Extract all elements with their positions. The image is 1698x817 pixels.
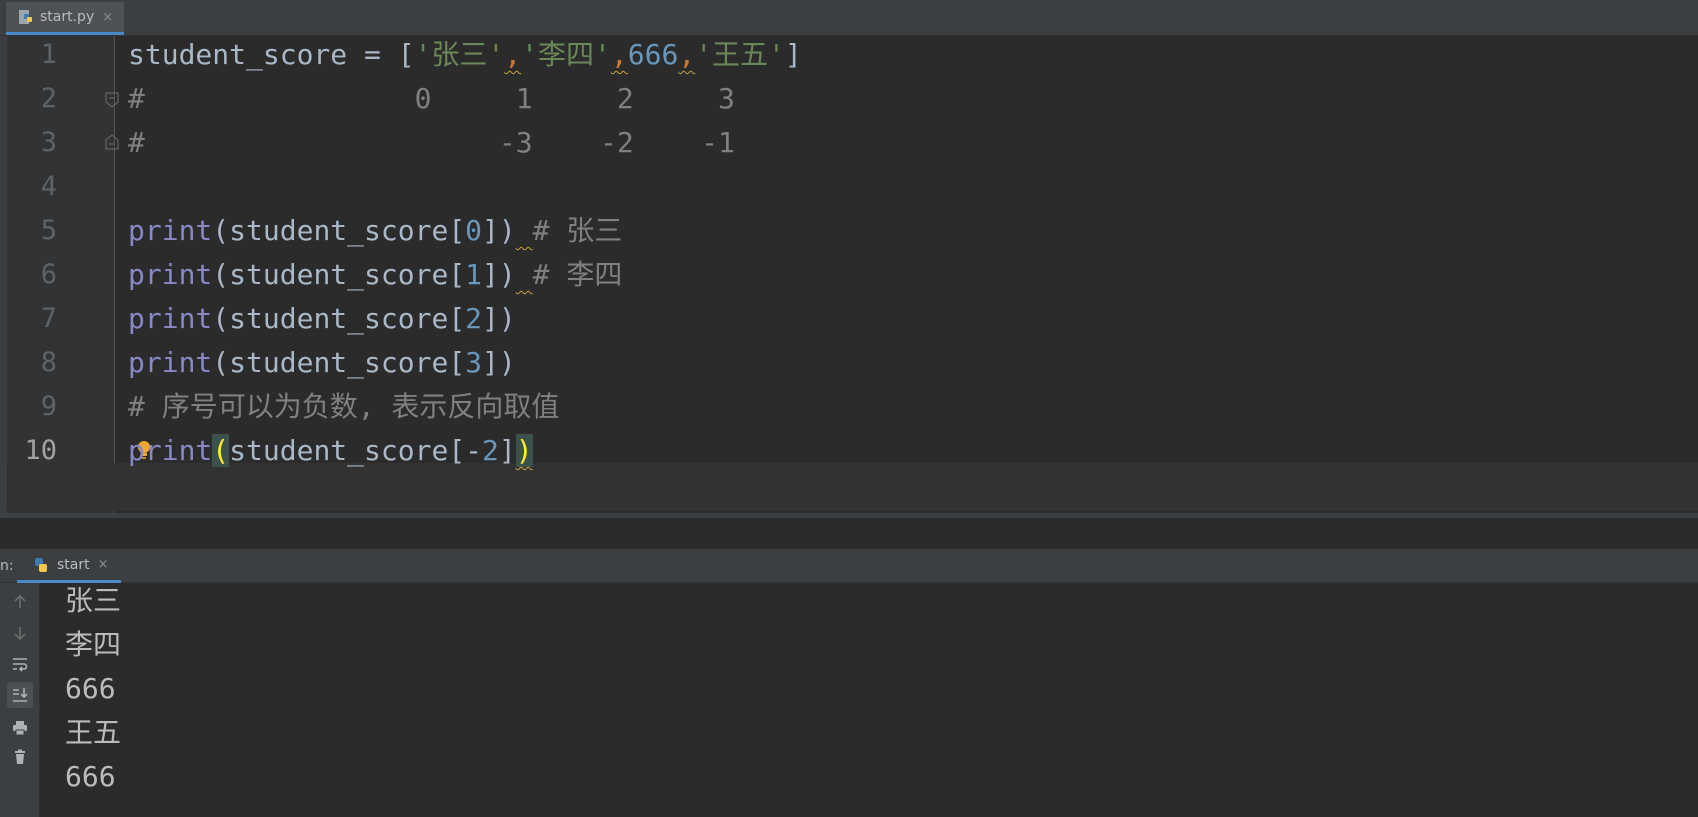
string-literal: '张三'	[414, 38, 505, 71]
close-icon[interactable]: ×	[98, 557, 109, 572]
matched-paren-close: )	[515, 434, 533, 467]
identifier: student_score	[229, 302, 449, 335]
identifier: student_score	[229, 346, 449, 379]
number-literal: 666	[627, 38, 679, 71]
comma: ,	[504, 38, 522, 71]
line-number-current: 10	[24, 435, 57, 466]
run-panel-title: n:	[0, 558, 14, 574]
run-tab-label: start	[57, 556, 90, 573]
comment-hash: #	[128, 390, 145, 423]
bracket: [	[448, 434, 466, 467]
run-toolbar	[0, 583, 40, 817]
number-literal: 2	[482, 434, 499, 467]
comment: # 李四	[532, 258, 623, 291]
output-line: 666	[65, 672, 116, 705]
python-icon	[35, 557, 47, 572]
code-line-6[interactable]: print(student_score[1]) # 李四	[128, 251, 622, 299]
code-line-3[interactable]: # -3 -2 -1	[128, 119, 735, 167]
line-number: 3	[40, 127, 57, 158]
bracket: [	[448, 214, 466, 247]
code-line-10[interactable]: print(student_score[-2])	[128, 427, 533, 475]
soft-wrap-icon[interactable]	[7, 651, 33, 677]
python-file-icon	[18, 9, 34, 25]
minus: -	[465, 434, 483, 467]
code-editor[interactable]: 1 2 3 4 5 6 7 8 9 10 student_score = ['张…	[0, 36, 1698, 518]
arrow-down-icon[interactable]	[7, 620, 33, 646]
comment: 序号可以为负数, 表示反向取值	[144, 390, 560, 423]
line-number: 1	[40, 39, 57, 70]
code-line-2[interactable]: # 0 1 2 3	[128, 75, 735, 123]
number-literal: 1	[465, 258, 483, 291]
line-number: 9	[40, 391, 57, 422]
line-number: 7	[40, 303, 57, 334]
output-line: 王五	[65, 716, 122, 749]
line-number: 2	[40, 83, 57, 114]
line-number: 8	[40, 347, 57, 378]
builtin-print: print	[128, 346, 213, 379]
close-icon[interactable]: ×	[102, 10, 113, 25]
output-line: 张三	[65, 584, 122, 617]
print-icon[interactable]	[7, 715, 33, 741]
comment: # 张三	[532, 214, 623, 247]
output-line: 666	[65, 760, 116, 793]
identifier: student_score	[229, 214, 449, 247]
operator: =	[347, 38, 398, 71]
number-literal: 3	[465, 346, 483, 379]
comma: ,	[678, 38, 696, 71]
line-number: 4	[40, 171, 57, 202]
code-line-1[interactable]: student_score = ['张三','李四',666,'王五']	[128, 31, 802, 79]
code-line-9[interactable]: # 序号可以为负数, 表示反向取值	[128, 383, 559, 431]
paren: (	[212, 346, 230, 379]
builtin-print: print	[128, 258, 213, 291]
paren: ])	[482, 346, 516, 379]
bracket: ]	[784, 38, 802, 71]
builtin-print: print	[128, 302, 213, 335]
matched-paren-open: (	[212, 434, 230, 467]
paren: ])	[482, 258, 516, 291]
bracket: [	[448, 346, 466, 379]
output-line: 李四	[65, 628, 122, 661]
tab-label: start.py	[40, 9, 95, 25]
string-literal: '王五'	[695, 38, 785, 71]
bracket: [	[448, 302, 466, 335]
editor-bottom-bar	[0, 513, 1698, 518]
fold-end-icon[interactable]	[104, 134, 120, 150]
line-number: 6	[40, 259, 57, 290]
run-panel-header: n: start ×	[0, 549, 1698, 583]
bracket: [	[397, 38, 415, 71]
paren: (	[212, 302, 230, 335]
console-output[interactable]: 张三 李四 666 王五 666	[40, 583, 1698, 817]
code-line-8[interactable]: print(student_score[3])	[128, 339, 516, 387]
paren: ])	[482, 302, 516, 335]
trash-icon[interactable]	[7, 744, 33, 770]
bracket: ]	[498, 434, 516, 467]
string-literal: '李四'	[521, 38, 611, 71]
number-literal: 0	[465, 214, 483, 247]
fold-start-icon[interactable]	[104, 92, 120, 108]
code-line-5[interactable]: print(student_score[0]) # 张三	[128, 207, 622, 255]
line-number: 5	[40, 215, 57, 246]
number-literal: 2	[465, 302, 483, 335]
identifier: student_score	[128, 38, 348, 71]
paren: (	[212, 214, 230, 247]
arrow-up-icon[interactable]	[7, 589, 33, 615]
builtin-print: print	[128, 434, 213, 467]
paren: ])	[482, 214, 516, 247]
identifier: student_score	[229, 434, 449, 467]
comma: ,	[610, 38, 628, 71]
left-tool-strip	[0, 36, 7, 518]
bracket: [	[448, 258, 466, 291]
scroll-to-end-icon[interactable]	[7, 682, 33, 708]
builtin-print: print	[128, 214, 213, 247]
code-line-7[interactable]: print(student_score[2])	[128, 295, 516, 343]
identifier: student_score	[229, 258, 449, 291]
paren: (	[212, 258, 230, 291]
